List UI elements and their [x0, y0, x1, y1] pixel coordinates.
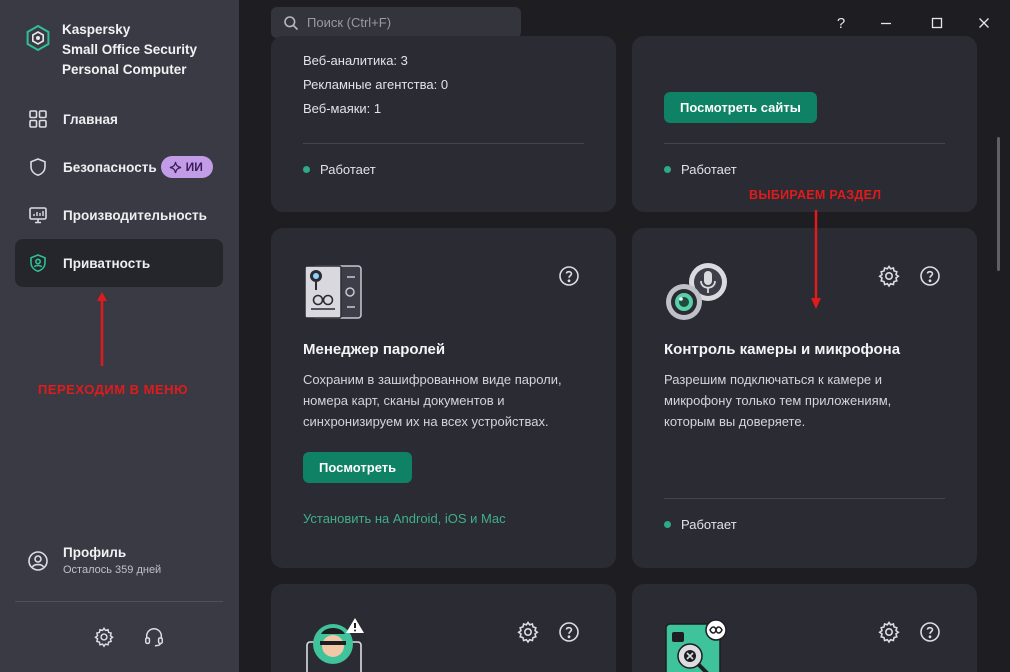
sidebar-item-privacy[interactable]: Приватность	[15, 239, 223, 287]
monitor-performance-icon	[27, 204, 49, 226]
close-button[interactable]	[969, 10, 999, 36]
status-text: Работает	[320, 162, 376, 177]
status-text: Работает	[681, 162, 737, 177]
sites-card: Посмотреть сайты Работает	[632, 36, 977, 212]
home-grid-icon	[27, 108, 49, 130]
card-title: Менеджер паролей	[303, 341, 446, 358]
close-icon	[979, 18, 989, 28]
status-badge: Работает	[664, 162, 737, 177]
spy-alert-illustration-icon	[306, 618, 364, 672]
brand: Kaspersky Small Office Security Personal…	[24, 20, 197, 80]
help-button[interactable]: ?	[826, 10, 856, 36]
shield-icon	[27, 156, 49, 178]
card-divider	[303, 143, 584, 144]
status-badge: Работает	[664, 517, 737, 532]
sidebar-item-home[interactable]: Главная	[15, 95, 223, 143]
ai-badge: ИИ	[160, 156, 213, 178]
card-description: Сохраним в зашифрованном виде пароли, но…	[303, 372, 562, 429]
minimize-button[interactable]	[871, 10, 901, 36]
brand-line-1: Kaspersky	[62, 22, 131, 37]
sidebar-footer	[93, 626, 165, 648]
privacy-shield-icon	[27, 252, 49, 274]
settings-gear-icon[interactable]	[877, 264, 901, 288]
profile-subtitle: Осталось 359 дней	[63, 564, 162, 576]
help-label: ?	[836, 14, 846, 32]
profile[interactable]: Профиль Осталось 359 дней	[27, 545, 161, 576]
help-circle-icon[interactable]	[918, 620, 942, 644]
tracking-line-web-analytics: Веб-аналитика: 3	[303, 53, 408, 68]
tracking-line-web-beacons: Веб-маяки: 1	[303, 101, 382, 116]
sparkle-icon	[169, 161, 181, 173]
browser-block-illustration-icon	[665, 619, 727, 672]
password-manager-card[interactable]: Менеджер паролей Сохраним в зашифрованно…	[271, 228, 616, 568]
sidebar-divider	[15, 601, 223, 602]
maximize-icon	[931, 17, 943, 29]
support-headset-icon[interactable]	[143, 626, 165, 648]
card-divider	[664, 143, 945, 144]
sidebar: Kaspersky Small Office Security Personal…	[0, 0, 239, 672]
search-placeholder: Поиск (Ctrl+F)	[307, 15, 392, 30]
settings-gear-icon[interactable]	[93, 626, 115, 648]
tracking-card: Веб-аналитика: 3 Рекламные агентства: 0 …	[271, 36, 616, 212]
status-text: Работает	[681, 517, 737, 532]
view-passwords-button[interactable]: Посмотреть	[303, 452, 413, 483]
annotation-choose-section: ВЫБИРАЕМ РАЗДЕЛ	[749, 188, 882, 202]
card-title: Контроль камеры и микрофона	[664, 341, 901, 358]
password-vault-illustration-icon	[304, 265, 362, 319]
brand-line-2: Small Office Security	[62, 42, 198, 57]
profile-avatar-icon	[28, 550, 48, 571]
help-circle-icon[interactable]	[557, 620, 581, 644]
status-dot-icon	[664, 166, 671, 173]
camera-mic-card[interactable]: Контроль камеры и микрофона Разрешим под…	[632, 228, 977, 568]
tracking-line-ad-agencies: Рекламные агентства: 0	[303, 77, 449, 92]
card-description: Разрешим подключаться к камере и микрофо…	[664, 372, 892, 429]
annotation-go-to-menu: ПЕРЕХОДИМ В МЕНЮ	[38, 382, 188, 397]
kaspersky-logo-icon	[26, 24, 50, 52]
annotation-arrow-down	[811, 210, 821, 309]
help-circle-icon[interactable]	[918, 264, 942, 288]
minimize-icon	[881, 22, 891, 25]
data-leak-card[interactable]	[271, 584, 616, 672]
settings-gear-icon[interactable]	[516, 620, 540, 644]
ai-badge-label: ИИ	[185, 160, 203, 174]
status-dot-icon	[664, 521, 671, 528]
sidebar-item-performance[interactable]: Производительность	[15, 191, 223, 239]
maximize-button[interactable]	[922, 10, 952, 36]
annotation-arrow-up	[97, 292, 107, 366]
brand-line-3: Personal Computer	[62, 62, 187, 77]
sidebar-item-label: Главная	[63, 111, 118, 127]
help-circle-icon[interactable]	[557, 264, 581, 288]
sidebar-nav: Главная Безопасность ИИ Производительнос…	[15, 95, 223, 287]
status-badge: Работает	[303, 162, 376, 177]
status-dot-icon	[303, 166, 310, 173]
profile-name: Профиль	[63, 545, 127, 560]
scrollbar-thumb[interactable]	[997, 137, 1000, 271]
sidebar-item-label: Производительность	[63, 207, 207, 223]
sidebar-item-security[interactable]: Безопасность ИИ	[15, 143, 223, 191]
settings-gear-icon[interactable]	[877, 620, 901, 644]
sidebar-item-label: Приватность	[63, 255, 151, 271]
anti-tracking-card[interactable]	[632, 584, 977, 672]
view-sites-button[interactable]: Посмотреть сайты	[664, 92, 817, 123]
install-mobile-link[interactable]: Установить на Android, iOS и Mac	[303, 511, 506, 526]
card-divider	[664, 498, 945, 499]
search-icon	[284, 15, 299, 30]
sidebar-item-label: Безопасность	[63, 159, 157, 175]
search-input[interactable]: Поиск (Ctrl+F)	[271, 7, 521, 38]
camera-microphone-illustration-icon	[666, 263, 727, 320]
